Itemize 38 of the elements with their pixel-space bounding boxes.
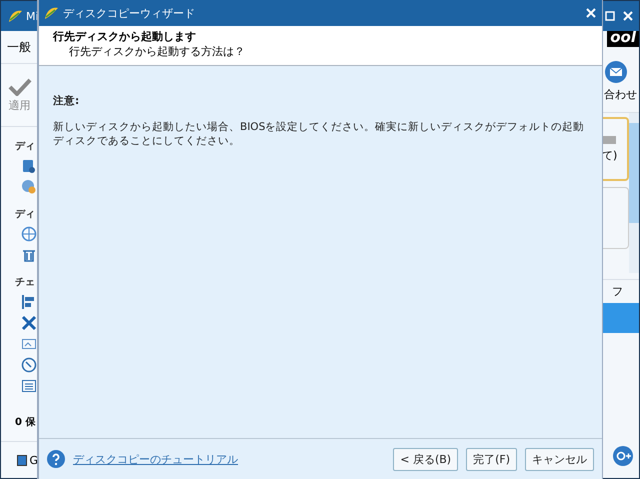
help-icon[interactable] [47, 450, 65, 468]
globe-icon[interactable] [21, 226, 37, 242]
maximize-icon[interactable] [605, 11, 615, 21]
note-text: 新しいディスクから起動したい場合、BIOSを設定してください。確実に新しいディスクがデフォルトの起動ディスクであることにしてください。 [53, 120, 586, 148]
column-header: フ [612, 284, 623, 299]
app-logo-icon [7, 8, 23, 24]
tutorial-link[interactable]: ディスクコピーのチュートリアル [73, 452, 238, 466]
disk-icon[interactable] [21, 158, 37, 174]
list-icon[interactable] [21, 378, 37, 394]
apply-label: 適用 [8, 98, 30, 112]
check-icon[interactable] [8, 78, 32, 96]
contact-label[interactable]: 合わせ [604, 87, 637, 102]
dialog-title: ディスクコピーウィザード [63, 6, 195, 20]
close-icon[interactable] [586, 8, 596, 18]
section-heading: ディ [15, 208, 36, 221]
menu-item[interactable]: 一般 [7, 38, 31, 56]
app-logo-icon [43, 5, 59, 21]
scrollbar[interactable] [629, 113, 639, 273]
status-text: 0 保 [15, 416, 36, 429]
legend-swatch [17, 454, 28, 466]
step-title: 行先ディスクから起動します [53, 29, 197, 44]
gauge-icon[interactable] [21, 357, 37, 373]
note-label: 注意: [53, 94, 80, 108]
wizard-button[interactable]: キャンセル [525, 448, 594, 470]
wizard-button[interactable]: < 戻る(B) [393, 448, 458, 470]
card-text: て) [602, 148, 618, 162]
legend-label: G [29, 454, 38, 466]
step-subtitle: 行先ディスクから起動する方法は？ [68, 44, 246, 59]
section-heading: チェ [15, 276, 36, 289]
mail-icon[interactable] [605, 61, 627, 83]
trash-icon[interactable] [21, 247, 37, 263]
align-icon[interactable] [21, 294, 37, 310]
wizard-button[interactable]: 完了(F) [466, 448, 517, 470]
placeholder-bar [602, 136, 616, 144]
tools-icon[interactable] [21, 315, 37, 331]
image-icon[interactable] [21, 336, 37, 352]
section-heading: ディ [15, 140, 36, 153]
close-icon[interactable] [623, 11, 633, 21]
